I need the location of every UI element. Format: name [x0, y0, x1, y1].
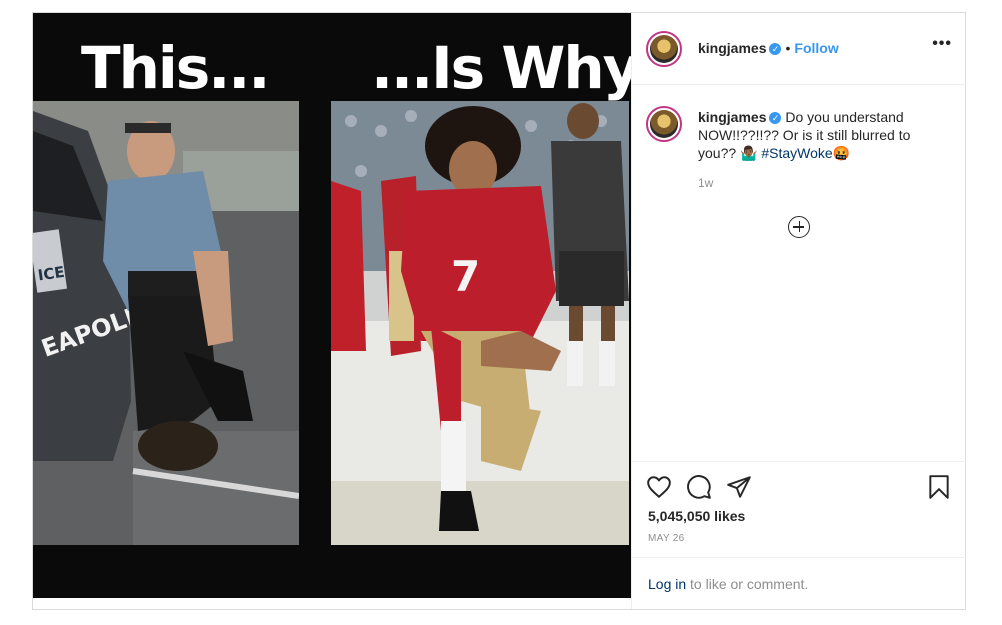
post-image[interactable]: This... ...Is Why. ICE EAPOLIS 7 [33, 13, 655, 609]
caption-avatar-image [650, 110, 678, 138]
more-options-icon[interactable]: ••• [932, 35, 952, 53]
caption-time: 1w [698, 176, 714, 190]
login-prompt: Log in to like or comment. [632, 557, 966, 609]
heart-icon[interactable] [646, 474, 672, 500]
post-actions: 5,045,050 likes MAY 26 [632, 461, 966, 557]
header-username[interactable]: kingjames [698, 40, 766, 56]
header-user-line: kingjames ✓ • Follow [698, 40, 839, 56]
post-side-panel: kingjames ✓ • Follow ••• kingjames ✓ Do you … [631, 13, 966, 609]
login-link[interactable]: Log in [648, 576, 686, 592]
post-header: kingjames ✓ • Follow ••• [632, 13, 966, 85]
caption-verified-badge-icon: ✓ [769, 112, 782, 125]
comment-icon[interactable] [686, 474, 712, 500]
caption-avatar[interactable] [646, 106, 682, 142]
jersey-number: 7 [451, 252, 480, 301]
avatar[interactable] [646, 31, 682, 67]
caption-username[interactable]: kingjames [698, 109, 766, 125]
car-plate-text: ICE [37, 263, 66, 285]
instagram-post: This... ...Is Why. ICE EAPOLIS 7 kingjam… [32, 12, 966, 610]
post-caption: kingjames ✓ Do you understand NOW!!??!!??… [698, 108, 948, 162]
post-date: MAY 26 [648, 533, 685, 544]
image-caption-left: This... [81, 34, 270, 102]
meme-image: This... ...Is Why. ICE EAPOLIS 7 [33, 13, 655, 598]
header-separator: • [785, 40, 791, 56]
follow-button[interactable]: Follow [794, 40, 838, 56]
plus-circle-icon[interactable] [788, 216, 810, 238]
login-prompt-text: to like or comment. [686, 576, 809, 592]
avatar-image [650, 35, 678, 63]
photo-arrest-scene: ICE EAPOLIS [33, 101, 299, 545]
bookmark-icon[interactable] [926, 474, 952, 500]
verified-badge-icon: ✓ [769, 43, 782, 56]
caption-hashtag[interactable]: #StayWoke🤬 [761, 145, 850, 161]
image-caption-right: ...Is Why. [371, 34, 655, 102]
photo-kneeling-player: 7 [331, 101, 629, 545]
share-icon[interactable] [726, 474, 752, 500]
likes-count[interactable]: 5,045,050 likes [648, 508, 745, 524]
